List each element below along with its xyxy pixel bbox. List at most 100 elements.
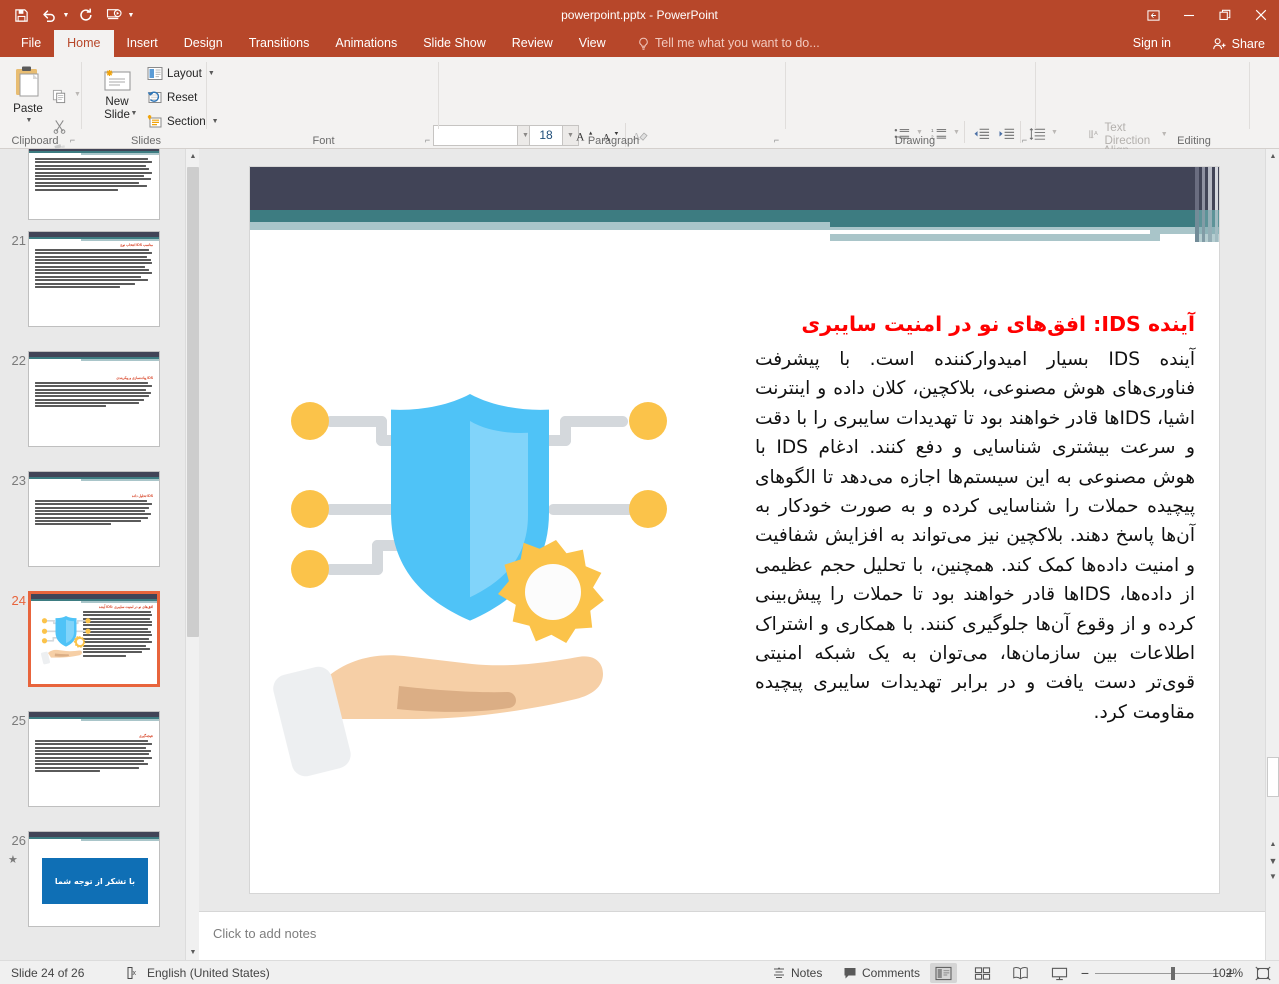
thumb-title-24: آینده IDS: افق‌های نو در امنیت سایبری <box>98 605 153 609</box>
share-person-icon <box>1212 37 1227 51</box>
font-dialog-launcher[interactable]: ⌐ <box>422 135 433 146</box>
tab-view[interactable]: View <box>566 30 619 57</box>
slide-show-icon[interactable] <box>1046 963 1073 983</box>
tell-me-box[interactable]: Tell me what you want to do... <box>637 30 820 57</box>
close-icon[interactable] <box>1243 0 1279 30</box>
thumb-banner <box>29 149 159 155</box>
paragraph-dialog-launcher[interactable]: ⌐ <box>771 135 782 146</box>
new-slide-dropdown-icon[interactable]: ▼ <box>131 110 138 117</box>
notes-button[interactable]: Notes <box>765 961 829 984</box>
slide-counter[interactable]: Slide 24 of 26 <box>4 961 91 984</box>
ribbon-tabs: File Home Insert Design Transitions Anim… <box>8 30 619 57</box>
notes-placeholder[interactable]: Click to add notes <box>213 926 316 941</box>
thumb-body: نتیجه‌گیری <box>35 734 153 774</box>
scroll-down-icon[interactable]: ▼ <box>1266 869 1279 884</box>
slide-thumbnail-20[interactable] <box>28 149 160 220</box>
share-button[interactable]: Share <box>1202 30 1275 57</box>
copy-dropdown-icon[interactable]: ▼ <box>74 91 81 98</box>
zoom-track[interactable] <box>1095 961 1220 984</box>
thumb-banner <box>29 712 159 721</box>
reset-button[interactable]: Reset <box>144 88 200 107</box>
window-controls <box>1135 0 1279 30</box>
slide-thumbnail-22[interactable]: پیاده‌سازی و پیکربندی IDS <box>28 351 160 447</box>
comments-icon <box>844 968 856 979</box>
powerpoint-window: ▼ ▼ powerpoint.pptx - PowerPoint File Ho… <box>0 0 1279 984</box>
paste-dropdown-icon[interactable]: ▼ <box>26 117 33 124</box>
slide-thumbnail-23[interactable]: تحلیل داده IDS <box>28 471 160 567</box>
shield-gear-on-hand-illustration[interactable] <box>270 382 690 782</box>
slide-thumbnail-26[interactable]: با تشکر از توجه شما <box>28 831 160 927</box>
panel-scroll-up-icon[interactable]: ▲ <box>186 149 199 164</box>
thumb-banner <box>29 472 159 481</box>
comments-label: Comments <box>862 966 921 980</box>
line-spacing-dropdown-icon[interactable]: ▼ <box>1051 129 1058 136</box>
slide-body-text[interactable]: آینده IDS بسیار امیدوارکننده است. با پیش… <box>755 345 1195 727</box>
language-indicator[interactable]: English (United States) <box>140 961 277 984</box>
layout-label: Layout <box>167 67 202 80</box>
paste-button[interactable]: Paste ▼ <box>5 63 51 124</box>
thumb-body: تحلیل داده IDS <box>35 494 153 527</box>
thumb-banner <box>31 594 157 603</box>
thumb-body: پیاده‌سازی و پیکربندی IDS <box>35 376 153 409</box>
notes-icon <box>774 967 784 979</box>
thumb-title-22: پیاده‌سازی و پیکربندی IDS <box>116 376 153 380</box>
zoom-knob[interactable] <box>1171 966 1175 980</box>
previous-slide-icon[interactable]: ▲ <box>1266 837 1279 852</box>
scroll-up-icon[interactable]: ▲ <box>1266 149 1279 164</box>
svg-text:A: A <box>1094 130 1098 136</box>
slide-area-scrollbar[interactable]: ▲ ▲ ▼ ▼ <box>1265 149 1279 960</box>
drawing-dialog-launcher[interactable]: ⌐ <box>1019 135 1030 146</box>
section-label: Section <box>167 115 206 128</box>
paste-label: Paste <box>13 102 43 115</box>
ribbon-display-options-icon[interactable] <box>1135 0 1171 30</box>
panel-scroll-down-icon[interactable]: ▼ <box>186 945 199 960</box>
tab-transitions[interactable]: Transitions <box>236 30 323 57</box>
tab-review[interactable]: Review <box>499 30 566 57</box>
minimize-icon[interactable] <box>1171 0 1207 30</box>
thumb-title-21: انتخاب نوع IDS مناسب <box>120 243 153 247</box>
slide-banner-graphic <box>250 167 1219 242</box>
tab-slide-show[interactable]: Slide Show <box>410 30 499 57</box>
panel-scroll-thumb[interactable] <box>187 167 199 637</box>
notes-pane[interactable]: Click to add notes <box>199 911 1265 960</box>
cut-icon[interactable] <box>48 115 70 137</box>
ribbon: Paste ▼ ▼ Clipboard ⌐ New Slide ▼ Layout… <box>0 57 1279 206</box>
slide-thumbnail-25[interactable]: نتیجه‌گیری <box>28 711 160 807</box>
tab-design[interactable]: Design <box>171 30 236 57</box>
animation-star-icon[interactable]: ★ <box>8 853 18 866</box>
tab-insert[interactable]: Insert <box>114 30 171 57</box>
normal-view-icon[interactable] <box>930 963 957 983</box>
notes-label: Notes <box>791 966 823 980</box>
slide-sorter-icon[interactable] <box>969 963 996 983</box>
next-slide-icon[interactable]: ▼ <box>1266 853 1279 868</box>
share-label: Share <box>1231 36 1265 51</box>
slide-panel-scrollbar[interactable]: ▲ ▼ <box>185 149 199 960</box>
section-button[interactable]: Section ▼ <box>144 112 222 131</box>
zoom-out-button[interactable]: − <box>1075 961 1095 984</box>
scroll-thumb[interactable] <box>1267 757 1279 797</box>
slide-thumbnail-24[interactable]: آینده IDS: افق‌های نو در امنیت سایبری <box>28 591 160 687</box>
thumb-title-25: نتیجه‌گیری <box>138 734 153 738</box>
slide-title[interactable]: آینده IDS: افق‌های نو در امنیت سایبری <box>755 312 1195 336</box>
reset-label: Reset <box>167 91 198 104</box>
copy-icon[interactable] <box>48 85 70 107</box>
paragraph-group-label: Paragraph <box>587 135 640 147</box>
current-slide[interactable]: آینده IDS: افق‌های نو در امنیت سایبری آی… <box>249 166 1220 894</box>
clipboard-dialog-launcher[interactable]: ⌐ <box>67 135 78 146</box>
new-slide-button[interactable]: New Slide ▼ <box>94 63 140 121</box>
slide-canvas-area: آینده IDS: افق‌های نو در امنیت سایبری آی… <box>199 149 1265 911</box>
restore-icon[interactable] <box>1207 0 1243 30</box>
tab-home[interactable]: Home <box>54 30 114 57</box>
comments-button[interactable]: Comments <box>836 961 927 984</box>
reading-view-icon[interactable] <box>1007 963 1034 983</box>
slide-thumbnail-21[interactable]: انتخاب نوع IDS مناسب <box>28 231 160 327</box>
new-slide-label: New Slide <box>104 95 130 121</box>
tab-animations[interactable]: Animations <box>322 30 410 57</box>
tab-file[interactable]: File <box>8 30 54 57</box>
slide-number-26: 26 <box>11 833 26 848</box>
zoom-percentage[interactable]: 102% <box>1212 961 1243 984</box>
fit-slide-to-window-icon[interactable] <box>1253 964 1273 982</box>
sign-in-button[interactable]: Sign in <box>1125 30 1179 57</box>
lightbulb-icon <box>637 37 650 51</box>
slide-thumbnail-panel[interactable]: 21 انتخاب نوع IDS مناسب 22 <box>0 149 199 960</box>
